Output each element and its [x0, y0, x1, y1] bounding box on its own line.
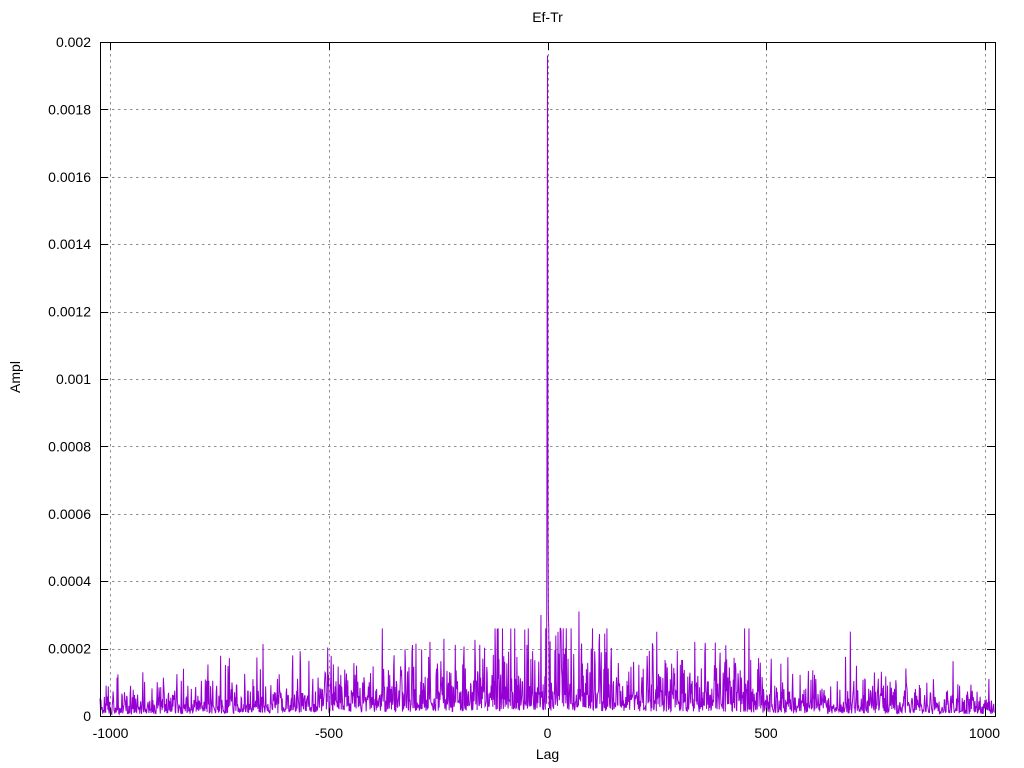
x-tick-label: 1000	[969, 725, 1000, 741]
x-tick-label: 0	[544, 725, 552, 741]
y-tick-label: 0.0016	[48, 169, 91, 185]
y-tick-label: 0.001	[56, 371, 91, 387]
y-tick-label: 0.0004	[48, 573, 91, 589]
y-tick-label: 0.0002	[48, 641, 91, 657]
x-tick-label: 500	[754, 725, 778, 741]
x-tick-label: -500	[315, 725, 343, 741]
y-tick-label: 0.0018	[48, 101, 91, 117]
y-tick-label: 0.0006	[48, 506, 91, 522]
data-series-line	[99, 55, 995, 716]
x-tick-label: -1000	[93, 725, 129, 741]
tick-labels: -1000 -500 0 500 1000 0 0.0002 0.0004 0.0006 0.00…	[48, 34, 1000, 741]
y-tick-label: 0	[83, 708, 91, 724]
plot-area: -1000 -500 0 500 1000 0 0.0002 0.0004 0.0006 0.00…	[48, 34, 1000, 741]
y-tick-label: 0.0014	[48, 236, 91, 252]
y-tick-label: 0.002	[56, 34, 91, 50]
y-tick-label: 0.0012	[48, 304, 91, 320]
y-tick-label: 0.0008	[48, 438, 91, 454]
gnuplot-chart: Ef-Tr Ampl Lag -1000 -500 0 500 1000 0 0.0002 0…	[0, 0, 1024, 768]
